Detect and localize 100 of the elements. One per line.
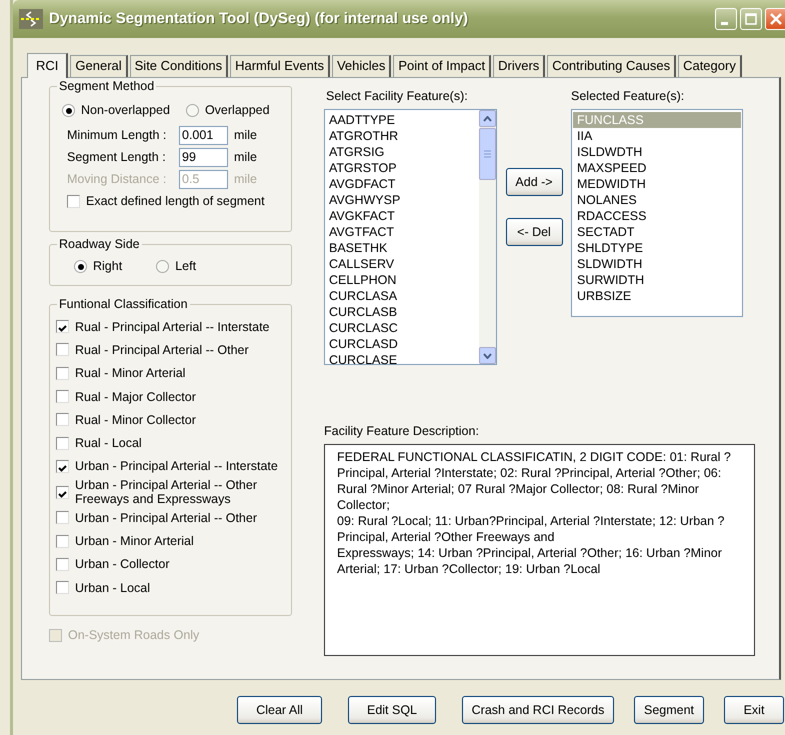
list-item[interactable]: NOLANES: [573, 192, 741, 208]
add-button[interactable]: Add ->: [506, 168, 562, 196]
tab[interactable]: Category: [678, 55, 742, 77]
tab[interactable]: Drivers: [493, 55, 546, 77]
dialog-button[interactable]: Edit SQL: [348, 696, 436, 724]
close-icon: [768, 12, 782, 26]
app-icon: [19, 9, 43, 29]
radio-button[interactable]: Non-overlapped: [62, 103, 170, 118]
checkbox-label: Urban - Principal Arterial -- Interstate: [75, 459, 278, 474]
list-item[interactable]: SLDWIDTH: [573, 256, 741, 272]
list-item[interactable]: SECTADT: [573, 224, 741, 240]
list-item[interactable]: ATGROTHR: [325, 128, 479, 144]
checkbox-label: Rual - Principal Arterial -- Other: [75, 342, 249, 357]
unit-label: mile: [234, 128, 257, 142]
list-item[interactable]: ATGRSTOP: [325, 160, 479, 176]
list-item[interactable]: AVGKFACT: [325, 208, 479, 224]
list-item[interactable]: RDACCESS: [573, 208, 741, 224]
checkbox[interactable]: [67, 195, 80, 208]
list-item[interactable]: CURCLASD: [325, 336, 479, 352]
field-label: Moving Distance :: [67, 172, 168, 186]
unit-label: mile: [234, 150, 257, 164]
list-item[interactable]: AADTTYPE: [325, 112, 479, 128]
description-label: Facility Feature Description:: [324, 424, 480, 439]
list-item[interactable]: CELLPHON: [325, 272, 479, 288]
facility-feature-list[interactable]: AADTTYPE ATGROTHR ATGRSIG ATGRSTOP AVGDFACT AVGHWYSP AVGKFACT AVGTFACT BASETHK CALLSERV CELLPHON CURCLASA CURCLASB CURCLASC CURCLASD CURCLASE: [324, 109, 497, 365]
list-item[interactable]: SHLDTYPE: [573, 240, 741, 256]
checkbox[interactable]: [56, 558, 69, 571]
list-item[interactable]: CURCLASA: [325, 288, 479, 304]
checkbox[interactable]: [56, 534, 69, 548]
checkbox[interactable]: [56, 581, 69, 594]
list-item[interactable]: MAXSPEED: [573, 160, 741, 176]
checkbox[interactable]: [56, 320, 69, 334]
checkbox[interactable]: [56, 390, 69, 404]
dialog-button[interactable]: Segment: [634, 696, 704, 724]
tab[interactable]: Vehicles: [332, 55, 392, 77]
list-item[interactable]: CURCLASE: [325, 352, 479, 368]
checkbox[interactable]: [56, 413, 69, 426]
radio-button[interactable]: Left: [156, 259, 196, 274]
group-title: Roadway Side: [57, 237, 142, 252]
input-field[interactable]: 0.001: [179, 126, 228, 144]
list-item[interactable]: CALLSERV: [325, 256, 479, 272]
list-label: Select Facility Feature(s):: [326, 89, 469, 104]
checkbox[interactable]: [56, 343, 69, 356]
list-item[interactable]: AVGTFACT: [325, 224, 479, 240]
group-title: Segment Method: [57, 79, 156, 94]
checkbox-label: Urban - Local: [75, 580, 150, 595]
list-item[interactable]: BASETHK: [325, 240, 479, 256]
scrollbar-thumb[interactable]: [479, 128, 496, 180]
field-label: Segment Length :: [67, 150, 167, 164]
list-item[interactable]: ISLDWDTH: [573, 144, 741, 160]
tab[interactable]: Point of Impact: [393, 55, 492, 77]
list-item[interactable]: CURCLASC: [325, 320, 479, 336]
checkbox-label: Exact defined length of segment: [86, 194, 265, 210]
scroll-up-button[interactable]: [479, 110, 496, 127]
list-item[interactable]: CURCLASB: [325, 304, 479, 320]
list-item[interactable]: SURWIDTH: [573, 272, 741, 288]
unit-label: mile: [234, 172, 257, 186]
window-title: Dynamic Segmentation Tool (DySeg) (for internal use only): [49, 10, 468, 28]
checkbox-label: Rual - Minor Arterial: [75, 366, 186, 380]
checkbox-label: Urban - Collector: [75, 557, 170, 572]
list-item[interactable]: AVGDFACT: [325, 176, 479, 192]
scroll-down-button[interactable]: [479, 347, 496, 364]
minimize-icon: [721, 22, 728, 24]
description-text: FEDERAL FUNCTIONAL CLASSIFICATIN, 2 DIGIT CODE: 01: Rural ?Principal, Arterial ?Interstate; 02: Rural ?Principal, Arterial ?Other; 06: Rural ?Minor Arterial; 07 Rural ?Major Collector; 08: Rural ?Minor Collector; 09: Rural ?Local; 11: Urban?Principal, Arterial ?Interstate; 12: Urban ?Principal, Arterial ?Other Freeways and Expressways; 14: Urban ?Principal, Arterial ?Other; 16: Urban ?Minor Arterial; 17: Urban ?Collector; 19: Urban ?Local: [324, 444, 755, 656]
tab[interactable]: Harmful Events: [230, 55, 330, 77]
radio-button[interactable]: Right: [74, 259, 122, 274]
list-item[interactable]: URBSIZE: [573, 288, 741, 304]
minimize-button[interactable]: [715, 8, 737, 30]
checkbox[interactable]: [56, 436, 69, 450]
delete-button[interactable]: <- Del: [506, 218, 562, 246]
maximize-button[interactable]: [740, 8, 762, 30]
tab[interactable]: General: [70, 55, 128, 77]
list-item[interactable]: IIA: [573, 128, 741, 144]
checkbox[interactable]: [56, 366, 69, 380]
checkbox[interactable]: [56, 486, 69, 499]
selected-feature-list[interactable]: FUNCLASS IIA ISLDWDTH MAXSPEED MEDWIDTH NOLANES RDACCESS SECTADT SHLDTYPE SLDWIDTH SURWIDTH URBSIZE: [571, 109, 743, 317]
tab[interactable]: Contributing Causes: [547, 55, 676, 77]
list-item[interactable]: MEDWIDTH: [573, 176, 741, 192]
dialog-button[interactable]: Clear All: [237, 696, 322, 724]
tab[interactable]: Site Conditions: [130, 55, 228, 77]
close-button[interactable]: [765, 8, 785, 30]
checkbox-label: Urban - Minor Arterial: [75, 534, 194, 548]
checkbox-label: On-System Roads Only: [68, 628, 200, 644]
checkbox-label: Rual - Local: [75, 436, 142, 450]
checkbox-label: Urban - Principal Arterial -- Other Freeways and Expressways: [75, 478, 258, 506]
radio-button[interactable]: Overlapped: [186, 103, 270, 118]
checkbox-label: Rual - Principal Arterial -- Interstate: [75, 320, 270, 334]
field-label: Minimum Length :: [67, 128, 168, 142]
dialog-button[interactable]: Exit: [724, 696, 784, 724]
tab[interactable]: RCI: [27, 53, 68, 78]
list-label: Selected Feature(s):: [571, 89, 686, 104]
checkbox[interactable]: [56, 460, 69, 473]
checkbox-label: Urban - Principal Arterial -- Other: [75, 510, 258, 525]
list-item[interactable]: ATGRSIG: [325, 144, 479, 160]
dialog-button[interactable]: Crash and RCI Records: [462, 696, 614, 724]
checkbox-label: Rual - Minor Collector: [75, 412, 196, 427]
checkbox[interactable]: [56, 511, 69, 524]
list-item[interactable]: AVGHWYSP: [325, 192, 479, 208]
maximize-icon: [745, 13, 757, 25]
input-field[interactable]: 99: [179, 148, 228, 166]
